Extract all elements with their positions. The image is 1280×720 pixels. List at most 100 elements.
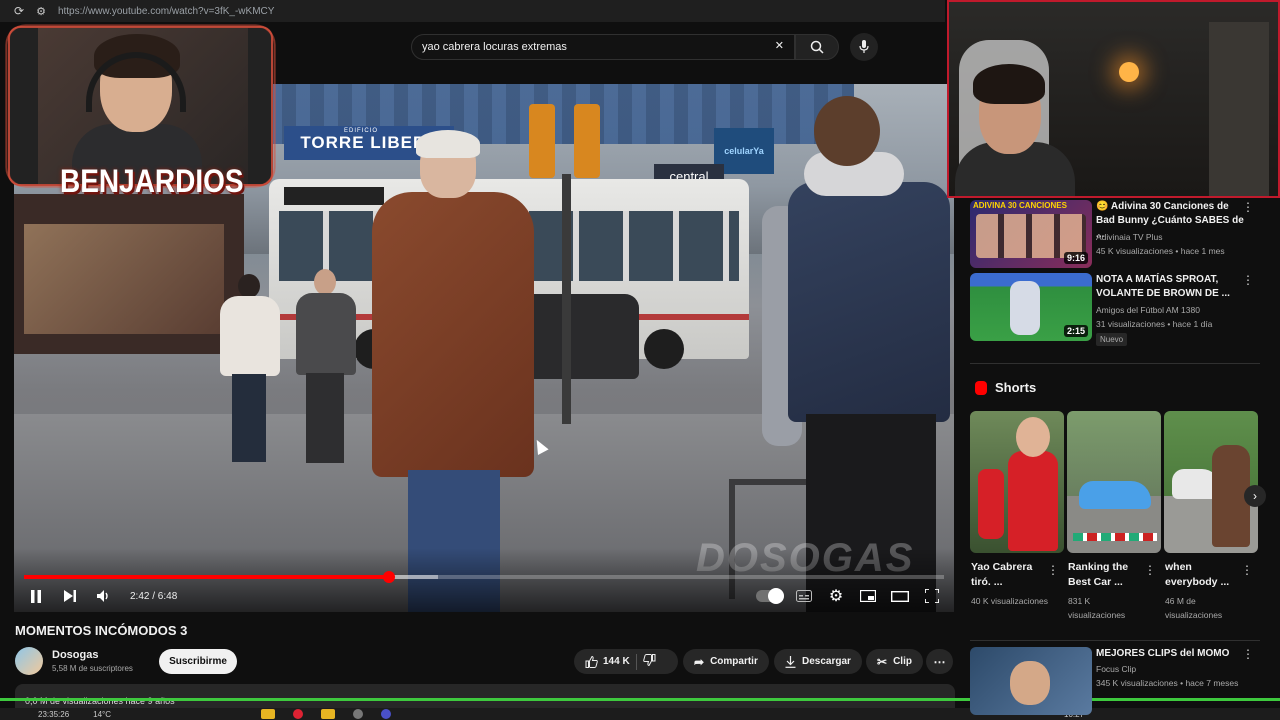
more-vertical-icon[interactable]: ⋮ [1242, 273, 1254, 287]
browser-icon[interactable] [293, 709, 304, 719]
search-query: yao cabrera locuras extremas [422, 41, 567, 53]
scissors-icon: ✂ [877, 654, 888, 669]
subscribe-button[interactable]: Suscribirme [159, 649, 237, 674]
sidebar-video[interactable]: 2:15 NOTA A MATÍAS SPROAT, VOLANTE DE BR… [970, 273, 1270, 346]
short-thumbnail[interactable] [1067, 411, 1161, 553]
miniplayer-icon [860, 590, 876, 602]
progress-bar[interactable] [24, 571, 944, 583]
more-vertical-icon[interactable]: ⋮ [1047, 563, 1059, 577]
streamer-name: BENJARDIOS [60, 163, 244, 199]
short-views: 40 K visualizaciones [971, 596, 1049, 606]
video-scene-wheel [644, 329, 684, 369]
sidebar-divider [970, 363, 1260, 364]
streamer-webcam-right [947, 0, 1280, 198]
short-thumbnail[interactable] [970, 411, 1064, 553]
video-channel[interactable]: Amigos del Fútbol AM 1380 [1096, 305, 1200, 315]
thumbnail-face [1010, 661, 1050, 705]
thumbnail-text: ADIVINA 30 CANCIONES [973, 201, 1067, 210]
short-title[interactable]: Yao Cabrera tiró. ... [971, 560, 1041, 590]
more-vertical-icon[interactable]: ⋮ [1242, 200, 1254, 214]
settings-button[interactable]: ⚙ [824, 585, 848, 607]
more-vertical-icon[interactable]: ⋮ [1241, 563, 1253, 577]
subtitles-icon [796, 590, 812, 602]
time-display: 2:42 / 6:48 [130, 590, 178, 602]
sidebar-video[interactable]: MEJORES CLIPS del MOMO Focus Clip 345 K … [970, 647, 1270, 715]
microphone-icon [859, 40, 869, 53]
obs-icon[interactable] [353, 709, 364, 719]
new-badge: Nuevo [1096, 333, 1128, 346]
clear-search-icon[interactable]: ✕ [775, 39, 784, 52]
sidebar-video[interactable]: ADIVINA 30 CANCIONES 9:16 😊 Adivina 30 C… [970, 200, 1270, 268]
short-scene [1008, 451, 1058, 551]
video-meta: 45 K visualizaciones • hace 1 mes [1096, 246, 1225, 256]
pause-icon [31, 589, 41, 603]
subtitles-button[interactable] [792, 585, 816, 607]
search-icon [810, 40, 824, 54]
reload-icon[interactable]: ⟳ [14, 4, 24, 18]
discord-icon[interactable] [381, 709, 392, 719]
video-scene-bus-sign [284, 187, 384, 205]
autoplay-toggle[interactable] [756, 588, 784, 604]
channel-name[interactable]: Dosogas [52, 649, 98, 661]
share-button[interactable]: ➦ Compartir [683, 649, 769, 674]
video-title[interactable]: MEJORES CLIPS del MOMO [1096, 647, 1250, 661]
download-button[interactable]: Descargar [774, 649, 862, 674]
sidebar-divider [970, 640, 1260, 641]
short-flags [1073, 533, 1157, 541]
voice-search-button[interactable] [850, 33, 878, 61]
chevron-right-icon: › [1253, 489, 1257, 503]
video-title[interactable]: NOTA A MATÍAS SPROAT, VOLANTE DE BROWN D… [1096, 273, 1250, 301]
video-thumbnail[interactable] [970, 647, 1092, 715]
miniplayer-button[interactable] [856, 585, 880, 607]
taskbar-weather: 14°C [93, 709, 112, 719]
screen: ⟳ ⚙ https://www.youtube.com/watch?v=3fK_… [0, 0, 1280, 720]
share-icon: ➦ [694, 654, 705, 669]
search-input[interactable]: yao cabrera locuras extremas ✕ [411, 34, 795, 60]
short-views: 831 K visualizaciones [1068, 596, 1126, 620]
video-title: MOMENTOS INCÓMODOS 3 [15, 623, 188, 638]
shorts-next-button[interactable]: › [1244, 485, 1266, 507]
short-views: 46 M de visualizaciones [1165, 596, 1223, 620]
short-scene [1079, 481, 1151, 509]
thumbs-up-icon [585, 655, 598, 668]
clip-button[interactable]: ✂ Clip [866, 649, 923, 674]
video-channel[interactable]: Adivinaia TV Plus [1096, 232, 1162, 242]
video-meta: 345 K visualizaciones • hace 7 meses [1096, 678, 1239, 688]
video-meta: 31 visualizaciones • hace 1 día [1096, 319, 1213, 329]
video-channel[interactable]: Focus Clip [1096, 664, 1136, 674]
video-duration: 9:16 [1063, 252, 1088, 264]
description-box[interactable]: 0,0 M de visualizaciones hace 9 años [15, 684, 955, 710]
thumbs-down-icon [642, 654, 656, 667]
address-bar[interactable]: ⟳ ⚙ https://www.youtube.com/watch?v=3fK_… [0, 0, 945, 22]
site-settings-icon[interactable]: ⚙ [36, 5, 46, 18]
search-button[interactable] [795, 34, 839, 60]
short-title[interactable]: when everybody ... [1165, 560, 1235, 590]
video-thumbnail[interactable]: ADIVINA 30 CANCIONES 9:16 [970, 200, 1092, 268]
like-dislike-group: 144 K [574, 649, 678, 674]
progress-played [24, 575, 390, 579]
fullscreen-icon [925, 589, 939, 603]
dislike-button[interactable] [642, 654, 656, 669]
volume-button[interactable] [92, 585, 116, 607]
next-button[interactable] [58, 585, 82, 607]
pill-divider [635, 653, 637, 670]
short-thumbnail[interactable] [1164, 411, 1258, 553]
video-scene-traffic-light [574, 104, 600, 178]
video-thumbnail[interactable]: 2:15 [970, 273, 1092, 341]
app-icon[interactable] [321, 709, 336, 719]
theater-icon [891, 590, 909, 602]
like-button[interactable]: 144 K [585, 655, 630, 668]
video-scene-person [294, 269, 358, 464]
theater-mode-button[interactable] [888, 585, 912, 607]
short-title[interactable]: Ranking the Best Car ... [1068, 560, 1138, 590]
url-text[interactable]: https://www.youtube.com/watch?v=3fK_-wKM… [58, 6, 274, 17]
more-vertical-icon[interactable]: ⋮ [1144, 563, 1156, 577]
folder-icon[interactable] [261, 709, 276, 719]
video-scene-person [214, 274, 284, 464]
pause-button[interactable] [24, 585, 48, 607]
channel-avatar[interactable] [15, 647, 43, 675]
more-vertical-icon[interactable]: ⋮ [1242, 647, 1254, 661]
more-actions-button[interactable]: ⋯ [926, 649, 953, 674]
video-scene-young-man [762, 96, 954, 612]
fullscreen-button[interactable] [920, 585, 944, 607]
